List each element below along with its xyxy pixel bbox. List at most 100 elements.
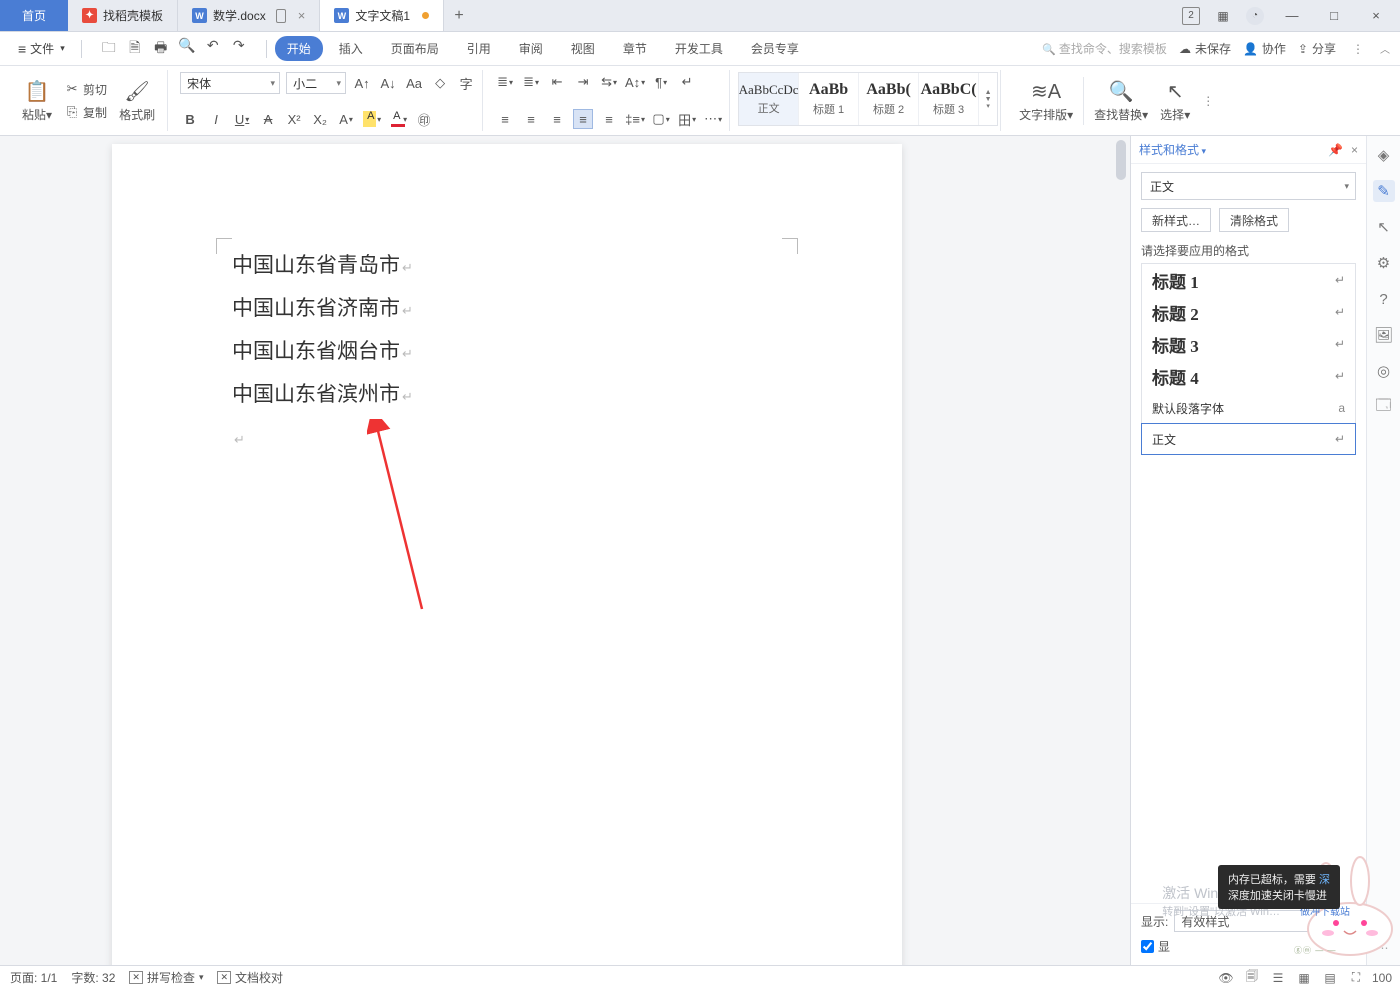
- status-eye-icon[interactable]: 👁: [1218, 970, 1234, 986]
- menu-tab-1[interactable]: 插入: [327, 36, 375, 61]
- rail-edit-icon[interactable]: ✎: [1373, 180, 1395, 202]
- command-search-input[interactable]: 查找命令、搜索模板: [1042, 40, 1167, 57]
- font-color-button[interactable]: [388, 109, 408, 129]
- close-window-button[interactable]: ×: [1362, 8, 1390, 23]
- align-left-button[interactable]: ≡: [495, 109, 515, 129]
- share-button[interactable]: ⇪分享: [1298, 40, 1336, 57]
- status-web-icon[interactable]: ▦: [1296, 970, 1312, 986]
- new-tab-button[interactable]: +: [444, 0, 474, 31]
- underline-button[interactable]: U: [232, 109, 252, 129]
- status-print-layout-icon[interactable]: ▤: [1322, 970, 1338, 986]
- rail-cursor-icon[interactable]: ↖: [1373, 216, 1395, 238]
- menu-tab-0[interactable]: 开始: [275, 36, 323, 61]
- close-tab-icon[interactable]: ×: [298, 8, 306, 23]
- minimize-button[interactable]: —: [1278, 8, 1306, 23]
- copy-button[interactable]: ⎘复制: [62, 103, 109, 122]
- rail-target-icon[interactable]: ◎: [1373, 360, 1395, 382]
- new-style-button[interactable]: 新样式…: [1141, 208, 1211, 232]
- style-list-item[interactable]: 默认段落字体a: [1142, 392, 1355, 424]
- qat-save-icon[interactable]: 🗀: [100, 37, 118, 61]
- cut-button[interactable]: ✂剪切: [62, 80, 109, 99]
- status-spellcheck[interactable]: ✕拼写检查▾: [129, 969, 203, 986]
- qat-redo-icon[interactable]: ↷: [230, 37, 248, 61]
- line-spacing-button[interactable]: ‡≡: [625, 109, 645, 129]
- menu-tab-5[interactable]: 视图: [559, 36, 607, 61]
- document-page[interactable]: 中国山东省青岛市 中国山东省济南市 中国山东省烟台市 中国山东省滨州市: [112, 144, 902, 965]
- clear-format-button[interactable]: ◇: [430, 73, 450, 93]
- user-avatar-icon[interactable]: ◔: [1246, 7, 1264, 25]
- tab-home[interactable]: 首页: [0, 0, 68, 31]
- font-size-select[interactable]: 小二: [286, 72, 346, 94]
- text-effects-button[interactable]: A: [336, 109, 356, 129]
- style-gallery-item[interactable]: AaBbCcDc正文: [739, 73, 799, 125]
- menu-tab-4[interactable]: 审阅: [507, 36, 555, 61]
- status-words[interactable]: 字数: 32: [71, 969, 115, 986]
- format-painter-button[interactable]: 🖌格式刷: [113, 74, 161, 127]
- align-justify-button[interactable]: ≡: [573, 109, 593, 129]
- coop-button[interactable]: 👤协作: [1243, 40, 1286, 57]
- collapse-ribbon-icon[interactable]: ︿: [1380, 41, 1390, 56]
- rail-image-icon[interactable]: 🖼: [1373, 324, 1395, 346]
- para-settings-button[interactable]: ⋯: [703, 109, 723, 129]
- menu-tab-3[interactable]: 引用: [455, 36, 503, 61]
- shading-button[interactable]: ▢: [651, 109, 671, 129]
- numbering-button[interactable]: ≣: [521, 72, 541, 92]
- qat-preview-icon[interactable]: 🔍: [178, 37, 196, 61]
- status-outline-icon[interactable]: ☰: [1270, 970, 1286, 986]
- indent-inc-button[interactable]: ⇥: [573, 72, 593, 92]
- menu-tab-7[interactable]: 开发工具: [663, 36, 735, 61]
- subscript-button[interactable]: X₂: [310, 109, 330, 129]
- tab-math-doc[interactable]: W 数学.docx ×: [178, 0, 320, 31]
- shrink-font-button[interactable]: A↓: [378, 73, 398, 93]
- document-line[interactable]: 中国山东省青岛市: [232, 244, 782, 287]
- font-name-select[interactable]: 宋体: [180, 72, 280, 94]
- status-proof[interactable]: ✕文档校对: [217, 969, 283, 986]
- status-read-icon[interactable]: 🗐: [1244, 970, 1260, 986]
- apps-grid-icon[interactable]: ▦: [1214, 7, 1232, 25]
- bold-button[interactable]: B: [180, 109, 200, 129]
- close-panel-icon[interactable]: ×: [1351, 143, 1358, 157]
- memory-toast[interactable]: 内存已超标，需要 深 深度加速关闭卡慢进: [1218, 865, 1340, 909]
- pin-panel-icon[interactable]: 📌: [1328, 143, 1343, 157]
- tab-current-doc[interactable]: W 文字文稿1: [320, 0, 444, 31]
- paste-button[interactable]: 📋粘贴▾: [16, 74, 58, 127]
- tab-templates[interactable]: ✦ 找稻壳模板: [68, 0, 178, 31]
- status-fit-icon[interactable]: ⛶: [1348, 970, 1364, 986]
- clear-format-panel-button[interactable]: 清除格式: [1219, 208, 1289, 232]
- italic-button[interactable]: I: [206, 109, 226, 129]
- status-zoom-value[interactable]: 100: [1374, 970, 1390, 986]
- maximize-button[interactable]: □: [1320, 8, 1348, 23]
- tab-stops-button[interactable]: ⇆: [599, 72, 619, 92]
- align-distribute-button[interactable]: ≡: [599, 109, 619, 129]
- rail-settings-icon[interactable]: ⚙: [1373, 252, 1395, 274]
- scrollbar-thumb[interactable]: [1116, 140, 1126, 180]
- qat-undo-icon[interactable]: ↶: [204, 37, 222, 61]
- style-gallery-item[interactable]: AaBb标题 1: [799, 73, 859, 125]
- badge-icon[interactable]: 2: [1182, 7, 1200, 25]
- document-line[interactable]: 中国山东省烟台市: [232, 330, 782, 373]
- find-replace-button[interactable]: 🔍查找替换▾: [1088, 74, 1154, 127]
- highlight-button[interactable]: [362, 109, 382, 129]
- document-line[interactable]: [232, 416, 782, 459]
- change-case-button[interactable]: Aa: [404, 73, 424, 93]
- style-list-item[interactable]: 标题 4↵: [1142, 360, 1355, 392]
- menu-tab-6[interactable]: 章节: [611, 36, 659, 61]
- style-gallery-item[interactable]: AaBbC(标题 3: [919, 73, 979, 125]
- strike-button[interactable]: A: [258, 109, 278, 129]
- text-layout-button[interactable]: ≋A文字排版▾: [1013, 74, 1079, 127]
- file-menu-button[interactable]: 文件: [10, 36, 73, 61]
- rail-doc-icon[interactable]: 🗔: [1373, 396, 1395, 418]
- styles-gallery[interactable]: AaBbCcDc正文AaBb标题 1AaBb(标题 2AaBbC(标题 3 ▲▼…: [738, 72, 998, 126]
- rail-diamond-icon[interactable]: ◈: [1373, 144, 1395, 166]
- document-line[interactable]: 中国山东省滨州市: [232, 373, 782, 416]
- status-page[interactable]: 页面: 1/1: [10, 969, 57, 986]
- menu-tab-8[interactable]: 会员专享: [739, 36, 811, 61]
- menu-tab-2[interactable]: 页面布局: [379, 36, 451, 61]
- current-style-select[interactable]: 正文: [1141, 172, 1356, 200]
- phonetic-button[interactable]: 字: [456, 73, 476, 93]
- indent-dec-button[interactable]: ⇤: [547, 72, 567, 92]
- grow-font-button[interactable]: A↑: [352, 73, 372, 93]
- document-line[interactable]: 中国山东省济南市: [232, 287, 782, 330]
- style-list-item[interactable]: 标题 3↵: [1142, 328, 1355, 360]
- qat-export-icon[interactable]: 🗎: [126, 37, 144, 61]
